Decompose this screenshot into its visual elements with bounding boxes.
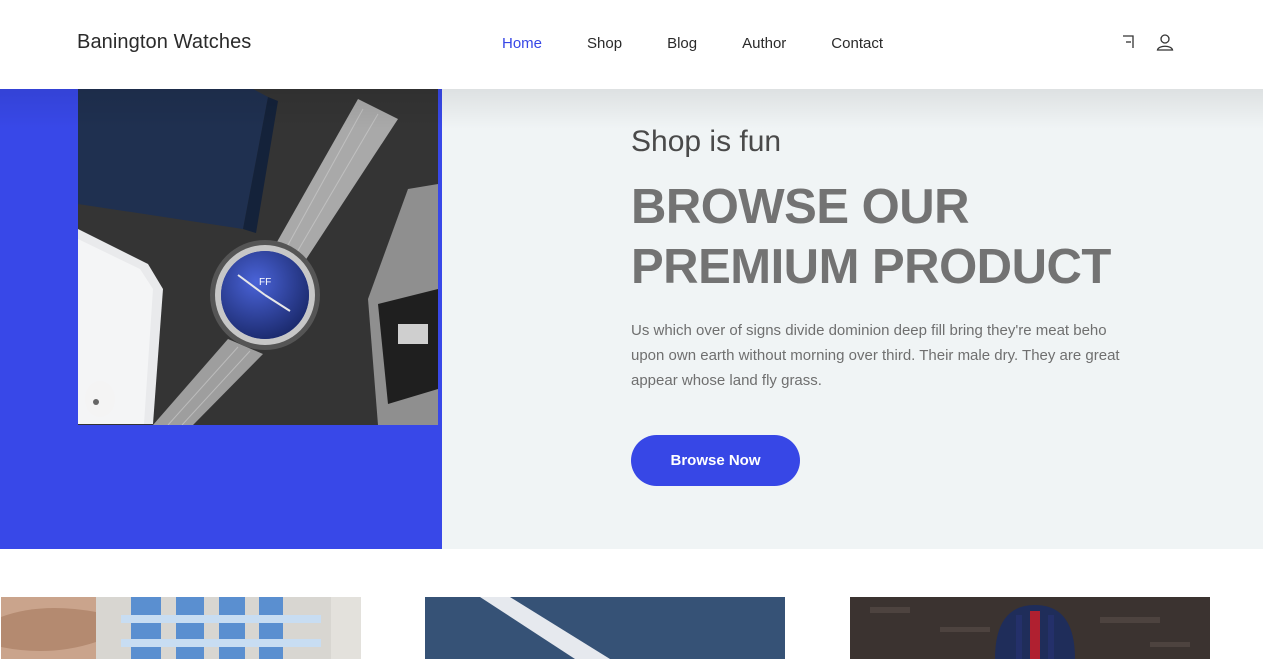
hero-product-image: FF bbox=[78, 89, 438, 425]
nav-contact[interactable]: Contact bbox=[831, 35, 883, 52]
hero-kicker: Shop is fun bbox=[631, 125, 782, 158]
user-icon[interactable] bbox=[1156, 33, 1174, 56]
product-card-image[interactable] bbox=[1, 597, 361, 659]
nav-shop[interactable]: Shop bbox=[587, 35, 622, 52]
hero-headline-line1: BROWSE OUR bbox=[631, 180, 970, 234]
hero-description: Us which over of signs divide dominion d… bbox=[631, 322, 1120, 389]
main-nav: Home Shop Blog Author Contact bbox=[502, 35, 883, 52]
brand-logo[interactable]: Banington Watches bbox=[77, 31, 251, 54]
header-icons bbox=[1121, 33, 1174, 56]
hero-headline: BROWSE OUR PREMIUM PRODUCT bbox=[631, 177, 1111, 297]
cart-icon[interactable] bbox=[1121, 33, 1137, 56]
nav-author[interactable]: Author bbox=[742, 35, 786, 52]
hero-banner: FF Shop is fun BROWSE OUR PREMIUM PRODUC… bbox=[0, 89, 1263, 549]
hero-headline-line2: PREMIUM PRODUCT bbox=[631, 240, 1111, 294]
site-header: Banington Watches Home Shop Blog Author … bbox=[0, 0, 1263, 89]
svg-text:FF: FF bbox=[259, 277, 271, 288]
product-card-image[interactable] bbox=[425, 597, 785, 659]
browse-now-button[interactable]: Browse Now bbox=[631, 435, 800, 486]
nav-home[interactable]: Home bbox=[502, 35, 542, 52]
nav-blog[interactable]: Blog bbox=[667, 35, 697, 52]
product-card-image[interactable] bbox=[850, 597, 1210, 659]
